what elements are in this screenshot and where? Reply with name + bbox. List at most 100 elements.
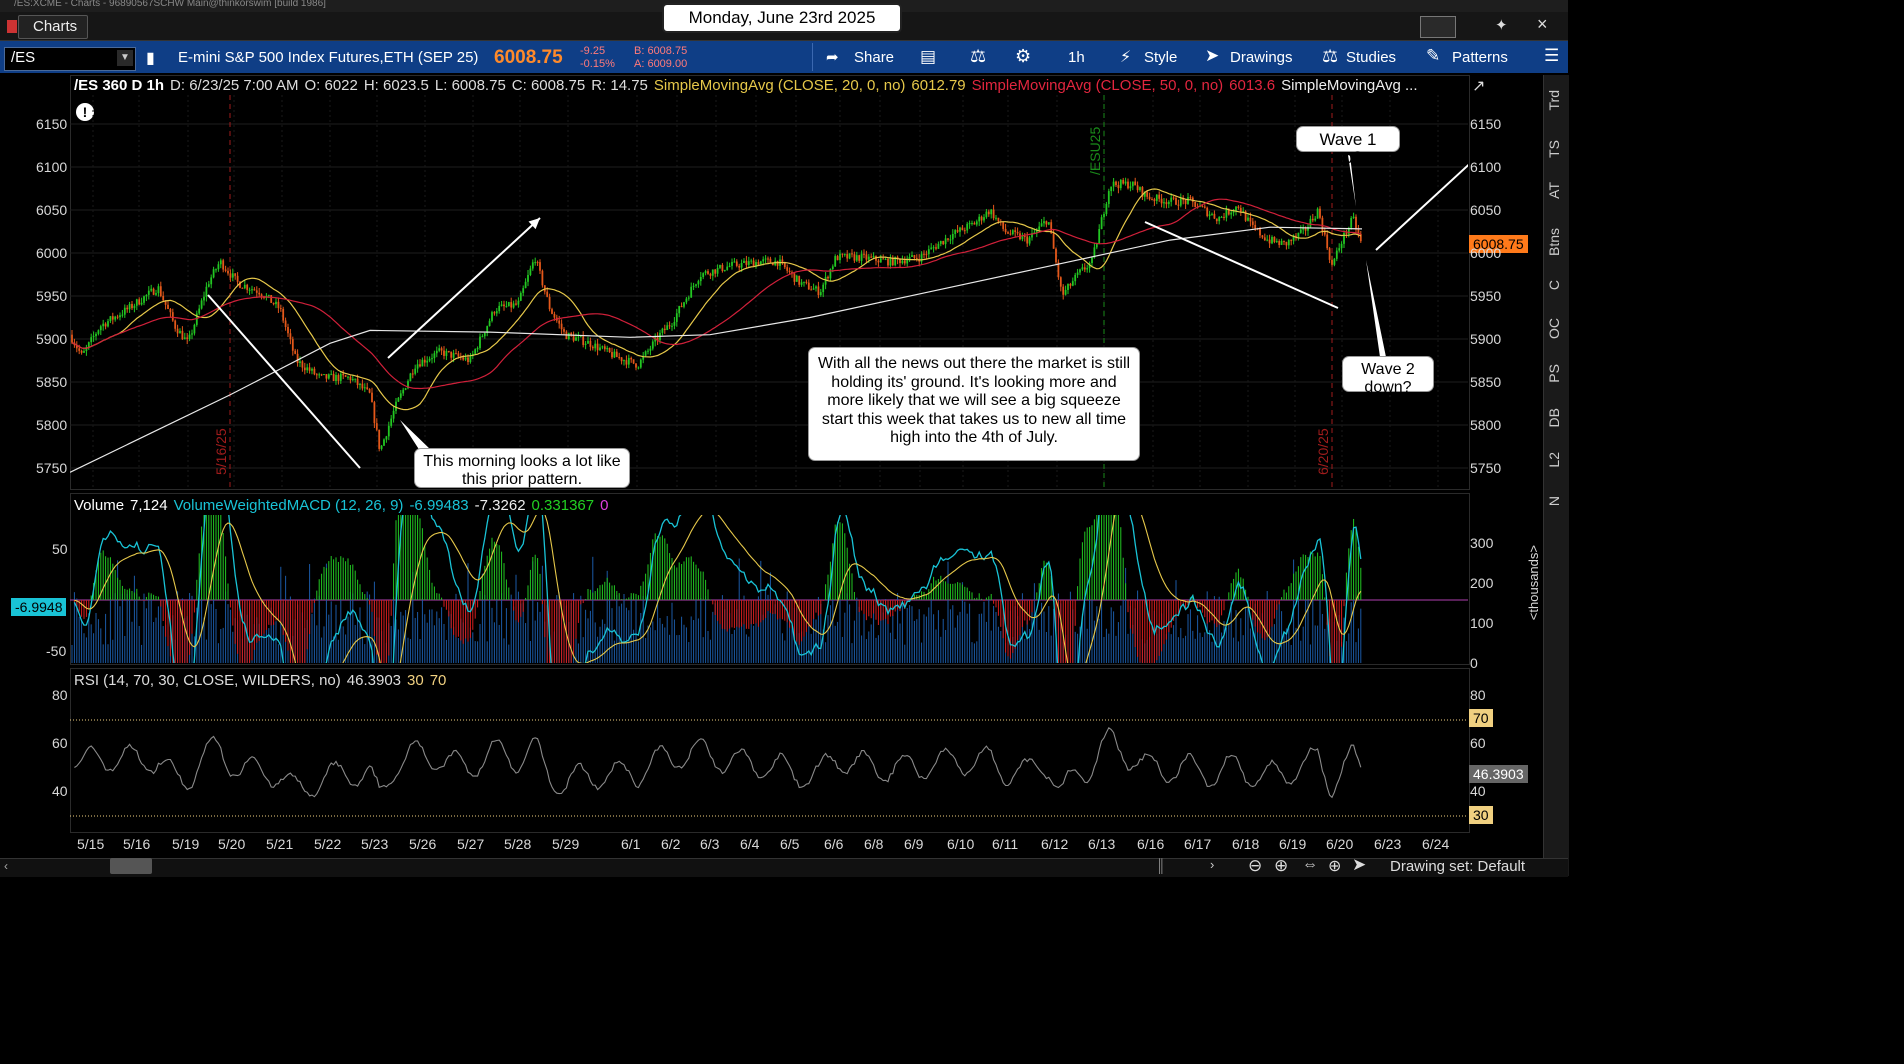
flask-icon[interactable]: ⚖ [970, 46, 986, 67]
candle-body [925, 254, 928, 256]
time-axis-label: 6/16 [1137, 836, 1165, 852]
price-axis-label: 5900 [1470, 331, 1502, 347]
candle-body [788, 270, 791, 273]
candle-body [956, 230, 959, 232]
crosshair-icon[interactable]: ⊕ [1328, 856, 1341, 876]
link-icon[interactable]: ▮ [146, 48, 155, 68]
prior-pattern-callout[interactable]: This morning looks a lot like this prior… [414, 448, 630, 488]
candle-body [217, 264, 220, 270]
sma50-value: 6013.6 [1229, 77, 1276, 94]
price-axis-label: 6050 [1470, 202, 1502, 218]
candle-body [913, 255, 916, 258]
candle-body [443, 350, 445, 356]
volume-chart[interactable] [70, 515, 1468, 663]
wave1-callout[interactable]: Wave 1 up? [1296, 126, 1400, 167]
candle-body [1014, 230, 1017, 233]
callout-pointer [1366, 260, 1386, 357]
candle-body [361, 383, 364, 389]
candle-body [932, 247, 935, 249]
candle-body [399, 393, 402, 398]
candle-body [330, 373, 333, 375]
candle-body [215, 269, 217, 271]
candle-body [332, 373, 335, 381]
candle-body [371, 392, 373, 403]
sma200-label[interactable]: SimpleMovingAvg ... [1281, 77, 1417, 94]
candle-body [351, 378, 354, 381]
sidebar-tab-trd[interactable]: Trd [1546, 90, 1568, 110]
price-chart[interactable]: 5/16/25/ESU25 6/20/25 [70, 95, 1468, 488]
candle-body [740, 263, 743, 268]
candle-body [500, 304, 503, 306]
candle-body [251, 289, 253, 291]
candle-body [294, 350, 297, 354]
sidebar-tab-oc[interactable]: OC [1546, 318, 1568, 339]
candle-body [435, 350, 438, 354]
vwmacd-label[interactable]: VolumeWeightedMACD (12, 26, 9) [174, 497, 404, 514]
drawing-set-selector[interactable]: Drawing set: Default [1390, 858, 1525, 875]
zoom-in-icon[interactable]: ⊕ [1274, 856, 1288, 876]
sidebar-tab-n[interactable]: N [1546, 496, 1568, 506]
expand-icon[interactable]: ☰ [1544, 46, 1559, 66]
studies-menu[interactable]: Studies [1346, 49, 1396, 66]
candle-body [1319, 208, 1321, 218]
share-icon[interactable]: ➦ [826, 48, 839, 66]
chevron-down-icon[interactable]: ▼ [117, 50, 133, 66]
style-menu[interactable]: Style [1144, 49, 1177, 66]
candle-body [707, 271, 709, 274]
candle-body [1206, 207, 1209, 217]
time-axis-label: 5/22 [314, 836, 342, 852]
sidebar-tab-btns[interactable]: Btns [1546, 228, 1568, 256]
gear-icon[interactable]: ⚙ [1015, 46, 1031, 67]
rsi-label[interactable]: RSI (14, 70, 30, CLOSE, WILDERS, no) [74, 672, 341, 689]
commentary-callout[interactable]: With all the news out there the market i… [808, 347, 1140, 461]
pin-icon[interactable]: ✦ [1495, 16, 1508, 34]
alert-icon[interactable]: ▤ [920, 47, 936, 67]
candle-body [1129, 186, 1132, 189]
rsi-chart[interactable] [70, 690, 1468, 831]
sidebar-tab-l2[interactable]: L2 [1546, 452, 1568, 468]
drawings-menu[interactable]: Drawings [1230, 49, 1293, 66]
price-axis-label: 5850 [1470, 374, 1502, 390]
candle-body [716, 267, 719, 274]
sma50-label[interactable]: SimpleMovingAvg (CLOSE, 50, 0, no) [972, 77, 1224, 94]
candle-body [1028, 237, 1031, 244]
price-axis-label-left: 5800 [36, 417, 68, 433]
share-button[interactable]: Share [854, 49, 894, 66]
sidebar-tab-ts[interactable]: TS [1546, 140, 1568, 158]
sidebar-tab-ps[interactable]: PS [1546, 364, 1568, 383]
symbol-input[interactable]: /ES ▼ [4, 47, 136, 71]
scroll-right-icon[interactable]: › [1210, 857, 1214, 872]
patterns-icon[interactable]: ✎ [1426, 46, 1440, 66]
wave2-callout[interactable]: Wave 2 down? [1342, 356, 1434, 396]
pointer-icon[interactable]: ➤ [1352, 855, 1366, 875]
candle-body [491, 312, 493, 321]
candle-body [1091, 257, 1093, 264]
candle-body [138, 299, 141, 305]
cursor-icon[interactable]: ➤ [1205, 46, 1219, 66]
candle-body [212, 269, 215, 278]
volume-label[interactable]: Volume [74, 497, 124, 514]
studies-icon[interactable]: ⚖ [1322, 46, 1338, 67]
zoom-out-icon[interactable]: ⊖ [1248, 856, 1262, 876]
charts-tab[interactable]: Charts [6, 15, 89, 39]
pan-icon[interactable]: ⇔ [1302, 856, 1318, 874]
sidebar-tab-c[interactable]: C [1546, 280, 1568, 290]
style-icon[interactable]: ⚡ [1120, 47, 1131, 67]
candle-body [1184, 200, 1187, 204]
candle-body [927, 249, 930, 255]
timeframe-button[interactable]: 1h [1068, 49, 1085, 66]
splitter-handle-icon[interactable]: ║ [1156, 858, 1165, 873]
sidebar-tab-at[interactable]: AT [1546, 182, 1568, 199]
scroll-left-icon[interactable]: ‹ [4, 859, 8, 873]
candle-body [483, 332, 486, 337]
candle-body [107, 321, 109, 327]
scroll-thumb[interactable] [110, 858, 152, 874]
close-icon[interactable]: × [1537, 14, 1548, 35]
patterns-menu[interactable]: Patterns [1452, 49, 1508, 66]
auto-scale-icon[interactable]: ↗ [1472, 76, 1496, 98]
time-axis-label: 5/19 [172, 836, 200, 852]
sidebar-tab-db[interactable]: DB [1546, 408, 1568, 427]
window-layout-button[interactable] [1420, 16, 1456, 38]
candle-body [954, 230, 957, 234]
sma20-label[interactable]: SimpleMovingAvg (CLOSE, 20, 0, no) [654, 77, 906, 94]
